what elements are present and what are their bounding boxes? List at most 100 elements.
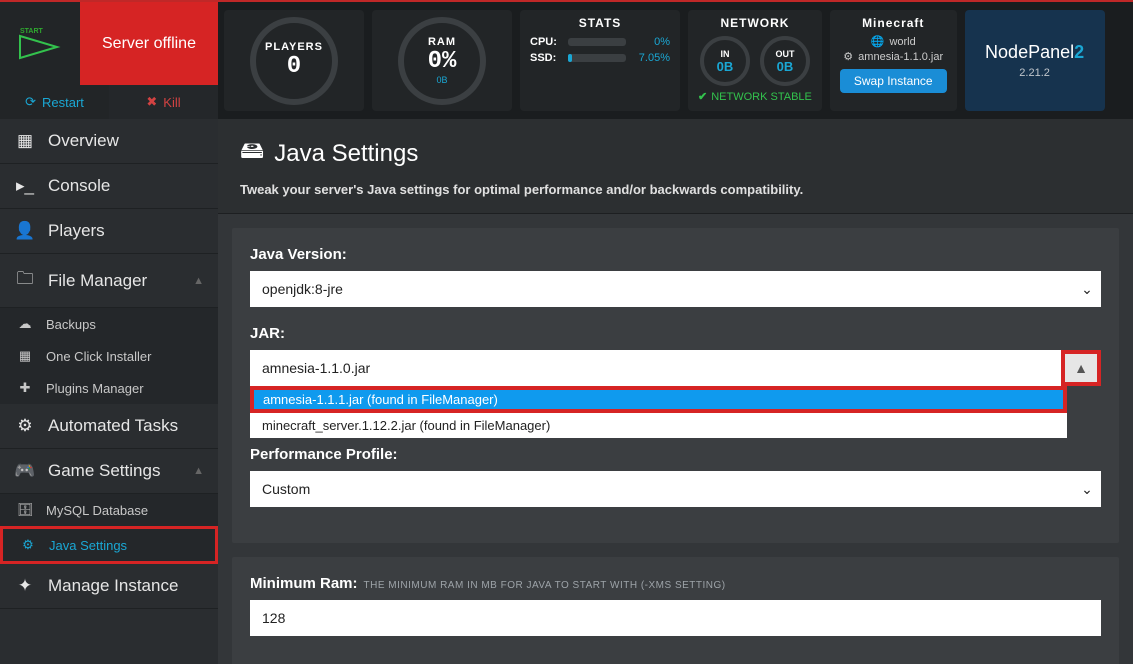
- sidebar-item-players[interactable]: 👤 Players: [0, 209, 218, 254]
- ram-section: Minimum Ram: THE MINIMUM RAM IN MB FOR J…: [232, 557, 1119, 664]
- page-header: 🖴 Java Settings Tweak your server's Java…: [218, 119, 1133, 214]
- sidebar: ▦ Overview ▸_ Console 👤 Players 🗀 File M…: [0, 119, 218, 664]
- globe-icon: 🌐: [871, 35, 885, 48]
- person-icon: 👤: [14, 221, 36, 241]
- chevron-up-icon: ▲: [193, 465, 204, 477]
- min-ram-hint: THE MINIMUM RAM IN MB FOR JAVA TO START …: [364, 580, 726, 591]
- ssd-bar: [568, 54, 626, 62]
- brand-panel: NodePanel2 2.21.2: [965, 10, 1105, 111]
- players-label: PLAYERS: [265, 41, 323, 53]
- topbar: START Server offline ⟳ Restart ✖ Kill PL…: [0, 0, 1133, 119]
- jar-label: JAR:: [250, 325, 1101, 342]
- sidebar-item-mysql[interactable]: 🗄 MySQL Database: [0, 494, 218, 526]
- java-version-select[interactable]: openjdk:8-jre: [250, 271, 1101, 307]
- network-status: ✔ NETWORK STABLE: [698, 90, 812, 103]
- restart-label: Restart: [42, 95, 84, 110]
- sidebar-item-label: File Manager: [48, 271, 147, 291]
- grid-icon: ▦: [14, 348, 36, 364]
- jar-dropdown-toggle[interactable]: ▲: [1061, 350, 1101, 386]
- topbar-controls: START Server offline ⟳ Restart ✖ Kill: [0, 2, 218, 119]
- sidebar-item-label: Plugins Manager: [46, 381, 144, 396]
- performance-select[interactable]: Custom: [250, 471, 1101, 507]
- jar-field: JAR: amnesia-1.1.0.jar ▲ amnesia-1.1.1.j…: [250, 325, 1101, 386]
- performance-label: Performance Profile:: [250, 446, 1101, 463]
- sidebar-item-label: Players: [48, 221, 105, 241]
- instance-world: world: [889, 36, 915, 48]
- chevron-up-icon: ▲: [1074, 360, 1088, 376]
- ram-label: RAM: [428, 36, 456, 48]
- sidebar-item-label: Backups: [46, 317, 96, 332]
- folder-icon: 🗀: [14, 266, 36, 295]
- main-content: 🖴 Java Settings Tweak your server's Java…: [218, 119, 1133, 664]
- settings-section: Java Version: openjdk:8-jre ⌄ JAR: amnes…: [232, 228, 1119, 543]
- cpu-bar: [568, 38, 626, 46]
- robot-icon: ⚙: [14, 416, 36, 436]
- cloud-icon: ☁: [14, 316, 36, 332]
- server-status: Server offline: [80, 2, 218, 85]
- java-version-field: Java Version: openjdk:8-jre ⌄: [250, 246, 1101, 307]
- sidebar-item-java-settings[interactable]: ⚙ Java Settings: [0, 526, 218, 564]
- swap-instance-button[interactable]: Swap Instance: [840, 69, 947, 93]
- start-button[interactable]: START: [0, 2, 80, 85]
- gear-icon: ⚙: [843, 50, 853, 63]
- ram-gauge: RAM 0% 0B: [372, 10, 512, 111]
- check-icon: ✔: [698, 90, 707, 103]
- topbar-panels: PLAYERS 0 RAM 0% 0B STATS CPU: 0% SSD: 7…: [218, 2, 1133, 119]
- stats-panel: STATS CPU: 0% SSD: 7.05%: [520, 10, 680, 111]
- jar-dropdown: amnesia-1.1.1.jar (found in FileManager)…: [250, 386, 1067, 438]
- refresh-icon: ⟳: [25, 94, 36, 110]
- cpu-label: CPU:: [530, 36, 562, 48]
- kill-label: Kill: [163, 95, 180, 110]
- gears-icon: ⚙: [17, 537, 39, 553]
- terminal-icon: ▸_: [14, 176, 36, 196]
- java-version-label: Java Version:: [250, 246, 1101, 263]
- jar-option[interactable]: amnesia-1.1.1.jar (found in FileManager): [250, 386, 1067, 413]
- sidebar-item-label: MySQL Database: [46, 503, 148, 518]
- close-icon: ✖: [146, 94, 157, 110]
- play-icon: START: [17, 23, 63, 65]
- performance-field: Performance Profile: Custom ⌄: [250, 446, 1101, 507]
- database-icon: 🗄: [14, 502, 36, 518]
- sidebar-item-label: One Click Installer: [46, 349, 151, 364]
- ram-sub: 0B: [436, 75, 447, 85]
- jar-input[interactable]: amnesia-1.1.0.jar: [250, 350, 1061, 386]
- grid-icon: ▦: [14, 131, 36, 151]
- sidebar-item-label: Overview: [48, 131, 119, 151]
- sidebar-item-plugins[interactable]: ✚ Plugins Manager: [0, 372, 218, 404]
- net-in: IN 0B: [700, 36, 750, 86]
- jar-combobox: amnesia-1.1.0.jar ▲ amnesia-1.1.1.jar (f…: [250, 350, 1101, 386]
- sidebar-item-label: Manage Instance: [48, 576, 178, 596]
- players-value: 0: [287, 53, 301, 80]
- wand-icon: ✦: [14, 576, 36, 596]
- min-ram-field: Minimum Ram: THE MINIMUM RAM IN MB FOR J…: [250, 575, 1101, 636]
- sidebar-item-label: Console: [48, 176, 110, 196]
- disk-icon: 🖴: [240, 133, 264, 174]
- brand-version: 2.21.2: [1019, 67, 1050, 79]
- sidebar-item-backups[interactable]: ☁ Backups: [0, 308, 218, 340]
- sidebar-item-label: Automated Tasks: [48, 416, 178, 436]
- instance-title: Minecraft: [862, 16, 924, 30]
- sidebar-item-overview[interactable]: ▦ Overview: [0, 119, 218, 164]
- sidebar-item-file-manager[interactable]: 🗀 File Manager ▲: [0, 254, 218, 308]
- sidebar-item-manage-instance[interactable]: ✦ Manage Instance: [0, 564, 218, 609]
- instance-jar: amnesia-1.1.0.jar: [858, 51, 943, 63]
- svg-text:START: START: [20, 28, 44, 35]
- net-out: OUT 0B: [760, 36, 810, 86]
- ram-value: 0%: [428, 48, 457, 75]
- restart-button[interactable]: ⟳ Restart: [0, 85, 109, 119]
- jar-option[interactable]: minecraft_server.1.12.2.jar (found in Fi…: [250, 413, 1067, 438]
- kill-button[interactable]: ✖ Kill: [109, 85, 218, 119]
- gamepad-icon: 🎮: [14, 461, 36, 481]
- chevron-up-icon: ▲: [193, 275, 204, 287]
- cpu-value: 0%: [632, 36, 670, 48]
- sidebar-item-label: Game Settings: [48, 461, 160, 481]
- min-ram-input[interactable]: [250, 600, 1101, 636]
- sidebar-item-game-settings[interactable]: 🎮 Game Settings ▲: [0, 449, 218, 494]
- sidebar-item-automated-tasks[interactable]: ⚙ Automated Tasks: [0, 404, 218, 449]
- brand-logo: NodePanel2: [985, 42, 1084, 63]
- network-panel: NETWORK IN 0B OUT 0B ✔ NETWORK STABLE: [688, 10, 822, 111]
- sidebar-item-console[interactable]: ▸_ Console: [0, 164, 218, 209]
- instance-panel: Minecraft 🌐 world ⚙ amnesia-1.1.0.jar Swap…: [830, 10, 957, 111]
- page-subtitle: Tweak your server's Java settings for op…: [240, 182, 1111, 197]
- sidebar-item-one-click[interactable]: ▦ One Click Installer: [0, 340, 218, 372]
